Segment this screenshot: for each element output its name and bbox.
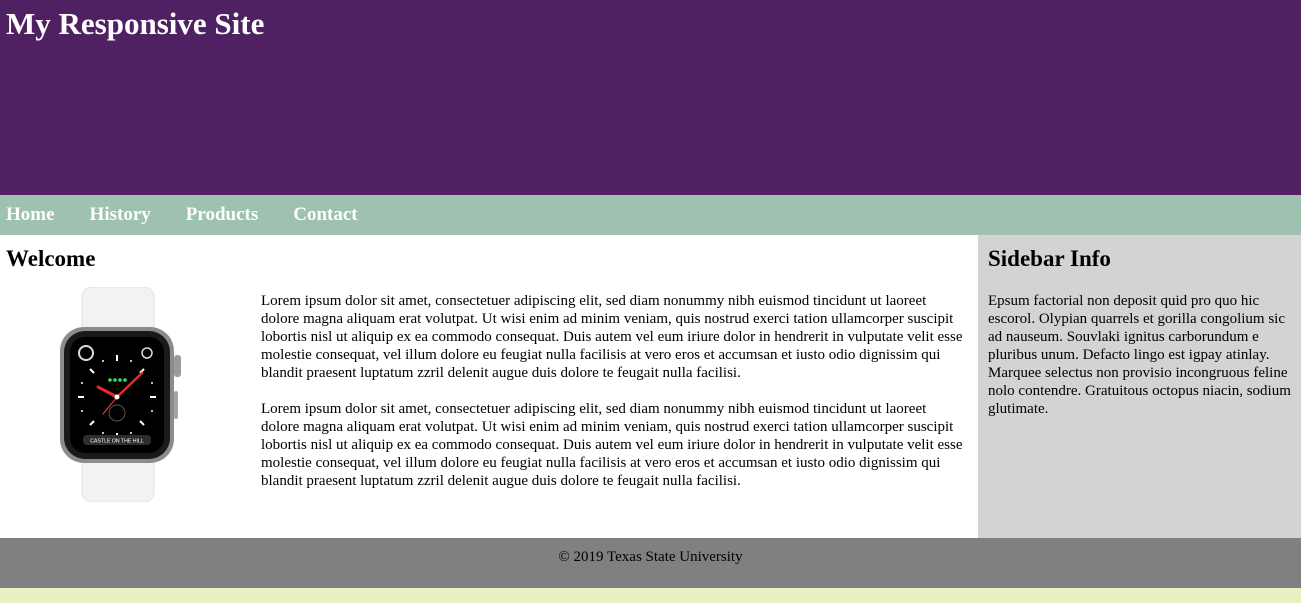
nav-history[interactable]: History (90, 195, 151, 235)
welcome-heading: Welcome (6, 246, 96, 271)
main-text: Lorem ipsum dolor sit amet, consectetuer… (261, 292, 967, 508)
content-row: Welcome CASTLE ON THE HILL Lorem ipsum d… (0, 235, 1301, 538)
paragraph-1: Lorem ipsum dolor sit amet, consectetuer… (261, 293, 963, 381)
nav-products[interactable]: Products (186, 195, 258, 235)
footer-copyright: © 2019 Texas State University (558, 549, 743, 565)
sidebar: Sidebar Info Epsum factorial non deposit… (978, 235, 1301, 538)
paragraph-2: Lorem ipsum dolor sit amet, consectetuer… (261, 401, 963, 489)
sidebar-text: Epsum factorial non deposit quid pro quo… (988, 293, 1291, 417)
nav-contact[interactable]: Contact (293, 195, 357, 235)
smartwatch-image: CASTLE ON THE HILL (60, 287, 181, 502)
main-content: Welcome CASTLE ON THE HILL Lorem ipsum d… (0, 235, 978, 538)
site-title: My Responsive Site (6, 6, 265, 41)
sidebar-heading: Sidebar Info (988, 246, 1111, 271)
site-header: My Responsive Site (0, 0, 1301, 195)
site-footer: © 2019 Texas State University (0, 538, 1301, 588)
watch-label: CASTLE ON THE HILL (90, 439, 144, 445)
main-nav: Home History Products Contact (0, 195, 1301, 235)
nav-home[interactable]: Home (6, 195, 55, 235)
